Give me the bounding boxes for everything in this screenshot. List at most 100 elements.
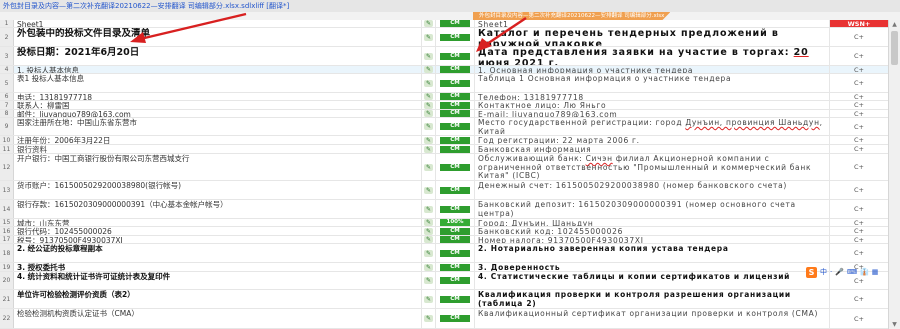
pencil-edit-icon[interactable]: ✎ <box>424 123 433 130</box>
target-segment[interactable]: Каталог и перечень тендерных предложений… <box>474 28 830 46</box>
target-segment[interactable]: Номер налога: 91370500F4930037XJ <box>474 236 830 243</box>
segment-row[interactable]: 20 4. 统计资料和统计证书许可证统计表及复印件 ✎ CM 4. Статистиче… <box>0 272 888 290</box>
segment-row[interactable]: 4 1. 投标人基本信息 ✎ CM 1. Основная информация о у… <box>0 66 888 74</box>
scroll-thumb[interactable] <box>891 31 898 65</box>
segment-row[interactable]: 14 银行存款：1615020309000000391（中心基本金帐户帐号） ✎ CM… <box>0 200 888 219</box>
target-segment[interactable]: 4. Статистические таблицы и копии сертиф… <box>474 272 830 289</box>
segment-row[interactable]: 7 联系人：柳雷国 ✎ CM Контактное лицо: Лю Яньго C+ <box>0 101 888 110</box>
target-segment[interactable]: Квалификационный сертификат организации … <box>474 309 830 328</box>
target-segment[interactable]: Дата представления заявки на участие в т… <box>474 47 830 65</box>
segment-row[interactable]: 3 投标日期：2021年6月20日 ✎ CM Дата представления за… <box>0 47 888 66</box>
source-segment[interactable]: Sheet1 <box>14 20 422 27</box>
scroll-down-arrow-icon[interactable]: ▼ <box>889 320 900 329</box>
source-segment[interactable]: 电话：13181977718 <box>14 93 422 100</box>
pencil-edit-icon[interactable]: ✎ <box>424 52 433 60</box>
source-segment[interactable]: 银行资料 <box>14 145 422 153</box>
target-file-tab[interactable]: 外包封目录及内容—第二次补充翻译20210622—安排翻译 司编辑部分.xlsx <box>473 12 671 20</box>
target-segment[interactable]: Таблица 1 Основная информация о участник… <box>474 74 830 92</box>
target-segment[interactable]: Телефон: 13181977718 <box>474 93 830 100</box>
target-segment[interactable]: Банковский депозит: 1615020309000000391 … <box>474 200 830 218</box>
target-segment[interactable]: Денежный счет: 1615005029200038980 (номе… <box>474 181 830 199</box>
segment-row[interactable]: 15 城市：山东东营 ✎ 100% Город: Дунъин, Шаньдун C+ <box>0 219 888 227</box>
target-segment[interactable]: Место государственной регистрации: город… <box>474 118 830 135</box>
spellcheck-marked-text[interactable]: Дунъин, Шаньдун <box>512 219 594 226</box>
segment-row[interactable]: 19 3. 授权委托书 ✎ CM 3. Доверенность C+ <box>0 263 888 272</box>
target-segment[interactable]: 2. Нотариально заверенная копия устава т… <box>474 244 830 262</box>
segment-row[interactable]: 2 外包装中的投标文件目录及清单 ✎ CM Каталог и перечень тен… <box>0 28 888 47</box>
pencil-edit-icon[interactable]: ✎ <box>424 277 433 284</box>
source-segment[interactable]: 注册年份：2006年3月22日 <box>14 136 422 144</box>
source-segment[interactable]: 城市：山东东营 <box>14 219 422 226</box>
target-segment[interactable]: Квалификация проверки и контроля разреше… <box>474 290 830 308</box>
source-segment[interactable]: 3. 授权委托书 <box>14 263 422 271</box>
source-segment[interactable]: 邮件：liuyanguo789@163.com <box>14 110 422 117</box>
pencil-edit-icon[interactable]: ✎ <box>424 186 433 194</box>
ime-skin-icon[interactable]: 👔 <box>860 268 869 276</box>
segment-row[interactable]: 8 邮件：liuyanguo789@163.com ✎ CM E-mail: liuya… <box>0 110 888 118</box>
pencil-edit-icon[interactable]: ✎ <box>424 227 433 235</box>
source-segment[interactable]: 投标日期：2021年6月20日 <box>14 47 422 65</box>
segment-row[interactable]: 10 注册年份：2006年3月22日 ✎ CM Год регистрации: 22 … <box>0 136 888 145</box>
pencil-edit-icon[interactable]: ✎ <box>424 205 433 213</box>
pencil-edit-icon[interactable]: ✎ <box>424 79 433 87</box>
source-segment[interactable]: 银行代码：102455000026 <box>14 227 422 235</box>
segment-row[interactable]: 1 Sheet1 ✎ CM Sheet1 WSN+ <box>0 20 888 28</box>
source-segment[interactable]: 检验检测机构资质认定证书（CMA） <box>14 309 422 328</box>
source-segment[interactable]: 2. 经公证的投标章程副本 <box>14 244 422 262</box>
source-segment[interactable]: 表1 投标人基本信息 <box>14 74 422 92</box>
pencil-edit-icon[interactable]: ✎ <box>424 93 433 100</box>
pencil-edit-icon[interactable]: ✎ <box>424 249 433 257</box>
segment-row[interactable]: 11 银行资料 ✎ CM Банковская информация C+ <box>0 145 888 154</box>
target-segment[interactable]: 1. Основная информация о участнике тенде… <box>474 66 830 73</box>
pencil-edit-icon[interactable]: ✎ <box>424 66 433 73</box>
spellcheck-marked-text[interactable]: Лю Яньго <box>563 101 606 109</box>
target-segment[interactable]: Банковский код: 102455000026 <box>474 227 830 235</box>
pencil-edit-icon[interactable]: ✎ <box>424 295 433 303</box>
target-segment[interactable]: Контактное лицо: Лю Яньго <box>474 101 830 109</box>
target-segment[interactable]: 3. Доверенность <box>474 263 830 271</box>
target-segment[interactable]: Sheet1 <box>474 20 830 27</box>
pencil-edit-icon[interactable]: ✎ <box>424 101 433 109</box>
ime-punctuation-icon[interactable]: · <box>830 268 832 276</box>
pencil-edit-icon[interactable]: ✎ <box>424 236 433 243</box>
segment-row[interactable]: 17 税号：91370500F4930037XJ ✎ CM Номер налога: … <box>0 236 888 244</box>
ime-toolbar[interactable]: S 中 · 🎤 ⌨ 👔 ▦ <box>806 266 878 278</box>
segment-row[interactable]: 12 开户银行：中国工商银行股份有限公司东营西城支行 ✎ CM Обслуживающи… <box>0 154 888 181</box>
target-segment[interactable]: Город: Дунъин, Шаньдун <box>474 219 830 226</box>
segment-row[interactable]: 21 单位许可检验检测评价资质（表2） ✎ CM Квалификация провер… <box>0 290 888 309</box>
sogou-ime-logo-icon[interactable]: S <box>806 266 817 278</box>
pencil-edit-icon[interactable]: ✎ <box>424 110 433 117</box>
segment-row[interactable]: 13 货币账户：1615005029200038980(银行帐号) ✎ CM Денеж… <box>0 181 888 200</box>
wsn-badge[interactable]: WSN+ <box>830 20 888 27</box>
segment-row[interactable]: 22 检验检测机构资质认定证书（CMA） ✎ CM Квалификационный с… <box>0 309 888 329</box>
source-segment[interactable]: 国家注册所在地：中国山东省东营市 <box>14 118 422 135</box>
source-segment[interactable]: 联系人：柳雷国 <box>14 101 422 109</box>
source-segment[interactable]: 税号：91370500F4930037XJ <box>14 236 422 243</box>
source-segment[interactable]: 外包装中的投标文件目录及清单 <box>14 28 422 46</box>
segment-row[interactable]: 18 2. 经公证的投标章程副本 ✎ CM 2. Нотариально заверен… <box>0 244 888 263</box>
target-segment[interactable]: Банковская информация <box>474 145 830 153</box>
vertical-scrollbar[interactable]: ▲ ▼ <box>888 20 900 329</box>
target-segment[interactable]: Обслуживающий банк: Сичэн филиал Акционе… <box>474 154 830 180</box>
pencil-edit-icon[interactable]: ✎ <box>424 219 433 226</box>
ime-voice-icon[interactable]: 🎤 <box>835 268 844 276</box>
ime-keyboard-icon[interactable]: ⌨ <box>847 268 857 276</box>
source-segment[interactable]: 银行存款：1615020309000000391（中心基本金帐户帐号） <box>14 200 422 218</box>
pencil-edit-icon[interactable]: ✎ <box>424 33 433 41</box>
source-segment[interactable]: 1. 投标人基本信息 <box>14 66 422 73</box>
source-segment[interactable]: 货币账户：1615005029200038980(银行帐号) <box>14 181 422 199</box>
ime-toolbox-icon[interactable]: ▦ <box>872 268 879 276</box>
spellcheck-marked-text[interactable]: Дунъин, провинция Шаньдун <box>685 118 819 127</box>
pencil-edit-icon[interactable]: ✎ <box>424 136 433 144</box>
ime-chinese-mode-icon[interactable]: 中 <box>820 267 827 277</box>
segment-row[interactable]: 9 国家注册所在地：中国山东省东营市 ✎ CM Место государственно… <box>0 118 888 136</box>
pencil-edit-icon[interactable]: ✎ <box>424 145 433 153</box>
source-segment[interactable]: 单位许可检验检测评价资质（表2） <box>14 290 422 308</box>
scroll-up-arrow-icon[interactable]: ▲ <box>889 20 900 29</box>
source-segment[interactable]: 4. 统计资料和统计证书许可证统计表及复印件 <box>14 272 422 289</box>
segment-row[interactable]: 16 银行代码：102455000026 ✎ CM Банковский код: 10… <box>0 227 888 236</box>
target-segment[interactable]: Год регистрации: 22 марта 2006 г. <box>474 136 830 144</box>
pencil-edit-icon[interactable]: ✎ <box>424 20 433 27</box>
pencil-edit-icon[interactable]: ✎ <box>424 263 433 271</box>
target-segment[interactable]: E-mail: liuyanguo789@163.com <box>474 110 830 117</box>
